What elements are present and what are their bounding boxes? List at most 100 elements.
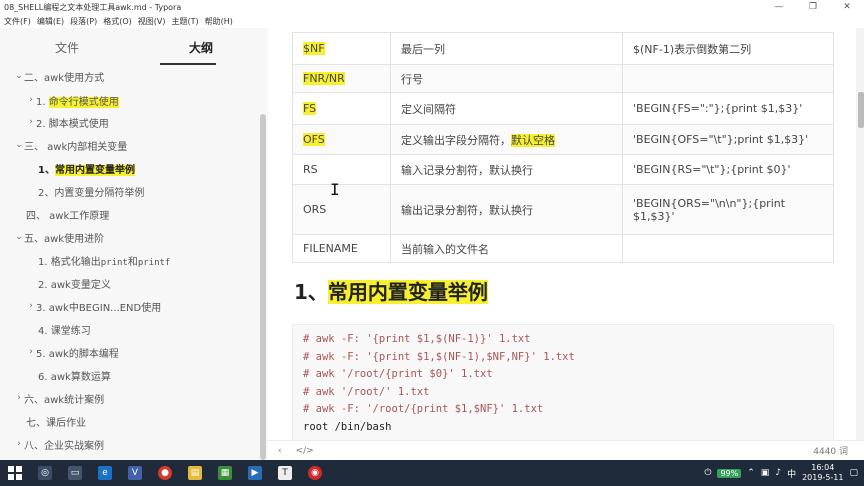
- chevron-down-icon[interactable]: ⌄: [14, 71, 24, 81]
- chevron-right-icon[interactable]: ›: [14, 393, 24, 403]
- sidebar: 文件 大纲 ⌄ 二、awk使用方式 › 1. 命令行模式使用 › 2. 脚本模式…: [0, 28, 268, 460]
- outline-item[interactable]: 6. awk算数运算: [38, 365, 111, 385]
- table-cell: 'BEGIN{FS=":"};{print $1,$3}': [622, 92, 834, 125]
- outline-item-label: 1. 命令行模式使用: [36, 96, 119, 108]
- chevron-right-icon[interactable]: ›: [26, 117, 36, 127]
- word-count[interactable]: 4440 词: [813, 444, 848, 457]
- sidebar-scrollbar[interactable]: [260, 114, 266, 460]
- recorder-icon[interactable]: ◉: [300, 460, 330, 486]
- outline-item[interactable]: › 六、awk统计案例: [14, 388, 104, 408]
- code-line: root /bin/bash: [303, 420, 392, 433]
- ime-icon[interactable]: 中: [787, 467, 796, 480]
- windows-start-icon[interactable]: [0, 460, 30, 486]
- system-clock[interactable]: 16:04 2019-5-11: [802, 463, 843, 483]
- outline-item-label: 2、内置变量分隔符举例: [38, 187, 145, 199]
- file-explorer-icon[interactable]: ▤: [180, 460, 210, 486]
- table-cell: 输出记录分割符，默认换行: [390, 184, 623, 235]
- power-plug-icon: ⏻: [704, 468, 712, 478]
- menu-edit[interactable]: 编辑(E): [37, 16, 64, 27]
- edge-browser-icon[interactable]: e: [90, 460, 120, 486]
- table-cell: 定义间隔符: [390, 92, 623, 125]
- outline-item[interactable]: 1. 格式化输出print和printf: [38, 250, 170, 270]
- battery-indicator[interactable]: 99%: [717, 468, 742, 478]
- table-row: OFS 定义输出字段分隔符，默认空格 'BEGIN{OFS="\t"};prin…: [292, 124, 834, 155]
- outline-item[interactable]: 四、 awk工作原理: [26, 204, 109, 224]
- outline-item[interactable]: ⌄ 二、awk使用方式: [14, 66, 104, 86]
- outline-item-label: 五、awk使用进阶: [24, 233, 105, 245]
- outline-item[interactable]: › 八、企业实战案例: [14, 434, 104, 454]
- outline-item-label: 1. 格式化输出print和printf: [38, 256, 171, 268]
- outline-item-active[interactable]: 1、常用内置变量举例: [38, 158, 135, 178]
- table-row: ORS 输出记录分割符，默认换行 'BEGIN{ORS="\n\n"};{pri…: [292, 184, 834, 235]
- outline-item[interactable]: ⌄ 三、 awk内部相关变量: [14, 135, 127, 155]
- vmware-icon[interactable]: V: [120, 460, 150, 486]
- notification-icon[interactable]: ▢: [849, 468, 858, 478]
- outline-item-label: 3. awk中BEGIN...END使用: [36, 302, 162, 314]
- tab-files[interactable]: 文件: [0, 39, 134, 56]
- menu-format[interactable]: 格式(O): [103, 16, 132, 27]
- editor[interactable]: $NF 最后一列 $(NF-1)表示倒数第二列 FNR/NR 行号 FS 定义间…: [268, 28, 864, 460]
- typora-icon[interactable]: T: [270, 460, 300, 486]
- chevron-right-icon[interactable]: ›: [26, 95, 36, 105]
- code-line: # awk -F: '/root/{print $1,$NF}' 1.txt: [303, 403, 544, 415]
- table-cell: 'BEGIN{ORS="\n\n"};{print $1,$3}': [622, 184, 834, 235]
- menu-view[interactable]: 视图(V): [138, 16, 166, 27]
- chevron-right-icon[interactable]: ›: [14, 439, 24, 449]
- network-icon[interactable]: ▣: [761, 468, 770, 478]
- outline-item[interactable]: ⌄ 五、awk使用进阶: [14, 227, 104, 247]
- menu-bar: 文件(F) 编辑(E) 段落(P) 格式(O) 视图(V) 主题(T) 帮助(H…: [0, 14, 864, 28]
- table-cell: 'BEGIN{RS="\t"};{print $0}': [622, 154, 834, 185]
- outline-item-label: 四、 awk工作原理: [26, 210, 110, 222]
- code-line: # awk -F: '{print $1,$(NF-1),$NF,NF}' 1.…: [303, 350, 575, 363]
- outline-item-label: 七、课后作业: [26, 417, 86, 429]
- outline-item[interactable]: 2、内置变量分隔符举例: [38, 181, 144, 201]
- outline-item[interactable]: › 1. 命令行模式使用: [26, 90, 119, 110]
- minimize-button[interactable]: —: [762, 0, 796, 14]
- table-cell: OFS: [292, 124, 391, 155]
- tray-arrow-icon[interactable]: ⌃: [747, 468, 755, 478]
- outline-item-label: 4. 课堂练习: [38, 325, 91, 337]
- chevron-down-icon[interactable]: ⌄: [14, 232, 24, 242]
- chrome-icon[interactable]: ●: [150, 460, 180, 486]
- table-cell: RS: [292, 154, 391, 185]
- chevron-right-icon[interactable]: ›: [26, 301, 36, 311]
- cortana-icon[interactable]: ◎: [30, 460, 60, 486]
- outline-item[interactable]: › 5. awk的脚本编程: [26, 342, 119, 362]
- code-block[interactable]: # awk -F: '{print $1,$(NF-1)}' 1.txt # a…: [292, 324, 834, 444]
- maximize-button[interactable]: ❐: [796, 0, 830, 14]
- outline-item[interactable]: 2. awk变量定义: [38, 273, 111, 293]
- app-icon[interactable]: ▦: [210, 460, 240, 486]
- table-cell: 当前输入的文件名: [390, 234, 623, 263]
- outline-item[interactable]: 七、课后作业: [26, 411, 86, 431]
- source-code-mode-icon[interactable]: </>: [296, 446, 314, 456]
- volume-icon[interactable]: ♪: [775, 468, 781, 478]
- table-cell: FS: [292, 92, 391, 125]
- table-cell: $NF: [292, 32, 391, 65]
- media-player-icon[interactable]: ▶: [240, 460, 270, 486]
- table-row: FNR/NR 行号: [292, 64, 834, 93]
- menu-file[interactable]: 文件(F): [4, 16, 31, 27]
- outline-item[interactable]: › 2. 脚本模式使用: [26, 112, 109, 132]
- table-cell: 行号: [390, 64, 623, 93]
- editor-scrollbar-thumb[interactable]: [858, 92, 864, 128]
- code-line: # awk -F: '{print $1,$(NF-1)}' 1.txt: [303, 333, 531, 345]
- status-bar: ‹ </> 4440 词: [268, 440, 864, 460]
- table-cell: FILENAME: [292, 234, 391, 263]
- menu-help[interactable]: 帮助(H): [205, 16, 233, 27]
- outline-item[interactable]: › 3. awk中BEGIN...END使用: [26, 296, 161, 316]
- menu-paragraph[interactable]: 段落(P): [70, 16, 97, 27]
- table-cell: FNR/NR: [292, 64, 391, 93]
- toggle-sidebar-icon[interactable]: ‹: [278, 446, 282, 456]
- section-heading: 1、常用内置变量举例: [294, 280, 488, 304]
- table-cell: $(NF-1)表示倒数第二列: [622, 32, 834, 65]
- task-view-icon[interactable]: ▭: [60, 460, 90, 486]
- outline-item[interactable]: 4. 课堂练习: [38, 319, 91, 339]
- outline-item-label: 2. 脚本模式使用: [36, 118, 109, 130]
- chevron-right-icon[interactable]: ›: [26, 347, 36, 357]
- tab-outline[interactable]: 大纲: [134, 39, 268, 56]
- chevron-down-icon[interactable]: ⌄: [14, 140, 24, 150]
- menu-theme[interactable]: 主题(T): [171, 16, 198, 27]
- close-button[interactable]: ✕: [830, 0, 864, 14]
- table-cell: 定义输出字段分隔符，默认空格: [390, 124, 623, 155]
- table-cell: 最后一列: [390, 32, 623, 65]
